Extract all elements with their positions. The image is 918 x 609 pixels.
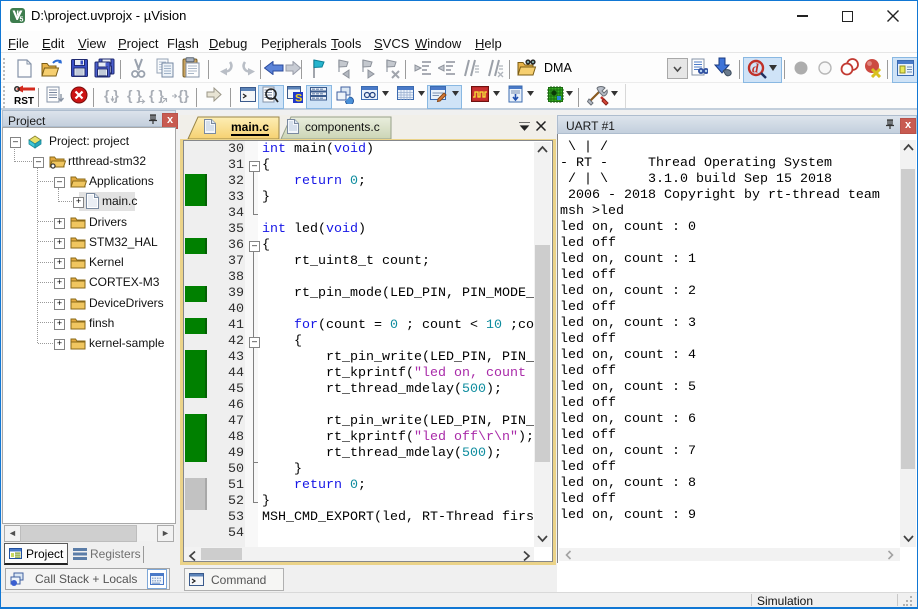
- svg-text:d: d: [752, 61, 759, 76]
- svg-text:S: S: [295, 93, 302, 105]
- svg-text:{ }: { }: [149, 87, 164, 103]
- svg-text:RST: RST: [14, 96, 34, 106]
- svg-text:{}: {}: [178, 87, 189, 103]
- svg-text:5: 5: [20, 17, 24, 24]
- svg-text:{ }: { }: [127, 87, 142, 103]
